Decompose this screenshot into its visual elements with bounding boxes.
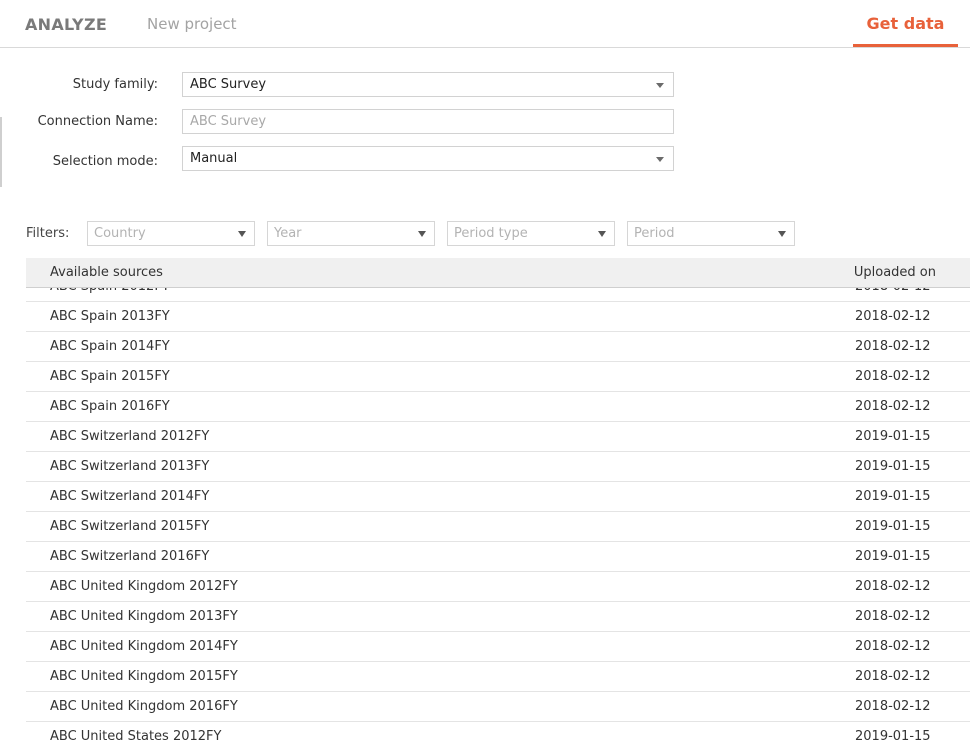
source-name-cell: ABC Spain 2013FY <box>50 309 170 324</box>
source-name-cell: ABC Switzerland 2016FY <box>50 549 210 564</box>
source-name-cell: ABC Spain 2015FY <box>50 369 170 384</box>
year-filter-placeholder: Year <box>274 226 302 241</box>
study-family-value: ABC Survey <box>190 77 267 92</box>
uploaded-date-cell: 2019-01-15 <box>855 549 931 564</box>
uploaded-date-cell: 2019-01-15 <box>855 519 931 534</box>
left-edge-divider <box>0 117 2 187</box>
source-name-cell: ABC Switzerland 2013FY <box>50 459 210 474</box>
uploaded-date-cell: 2018-02-12 <box>855 639 931 654</box>
source-name-cell: ABC Switzerland 2015FY <box>50 519 210 534</box>
table-row[interactable]: ABC United Kingdom 2013FY 2018-02-12 <box>26 602 970 632</box>
year-filter[interactable]: Year <box>267 221 435 246</box>
source-name-cell: ABC United Kingdom 2012FY <box>50 579 238 594</box>
uploaded-date-cell: 2018-02-12 <box>855 288 931 294</box>
top-bar: ANALYZE New project Get data <box>0 0 970 48</box>
uploaded-date-cell: 2018-02-12 <box>855 609 931 624</box>
table-row[interactable]: ABC Spain 2016FY 2018-02-12 <box>26 392 970 422</box>
table-row[interactable]: ABC United Kingdom 2014FY 2018-02-12 <box>26 632 970 662</box>
tab-get-data[interactable]: Get data <box>853 0 958 47</box>
caret-down-icon <box>598 231 606 237</box>
source-name-cell: ABC United Kingdom 2013FY <box>50 609 238 624</box>
column-header-uploaded[interactable]: Uploaded on <box>854 265 936 280</box>
period-filter[interactable]: Period <box>627 221 795 246</box>
table-row[interactable]: ABC Switzerland 2015FY 2019-01-15 <box>26 512 970 542</box>
table-row[interactable]: ABC United States 2012FY 2019-01-15 <box>26 722 970 748</box>
caret-down-icon <box>238 231 246 237</box>
source-name-cell: ABC Spain 2016FY <box>50 399 170 414</box>
table-row[interactable]: ABC Switzerland 2016FY 2019-01-15 <box>26 542 970 572</box>
uploaded-date-cell: 2018-02-12 <box>855 369 931 384</box>
source-name-cell: ABC Spain 2014FY <box>50 339 170 354</box>
source-name-cell: ABC Spain 2012FY <box>50 288 170 294</box>
country-filter-placeholder: Country <box>94 226 146 241</box>
source-name-cell: ABC United Kingdom 2014FY <box>50 639 238 654</box>
column-header-sources[interactable]: Available sources <box>50 265 163 280</box>
source-name-cell: ABC United Kingdom 2015FY <box>50 669 238 684</box>
source-name-cell: ABC Switzerland 2012FY <box>50 429 210 444</box>
study-family-label: Study family: <box>72 77 158 92</box>
country-filter[interactable]: Country <box>87 221 255 246</box>
table-row[interactable]: ABC Switzerland 2012FY 2019-01-15 <box>26 422 970 452</box>
uploaded-date-cell: 2018-02-12 <box>855 699 931 714</box>
selection-mode-value: Manual <box>190 151 238 166</box>
table-row[interactable]: ABC Spain 2015FY 2018-02-12 <box>26 362 970 392</box>
table-row[interactable]: ABC Spain 2012FY 2018-02-12 <box>26 288 970 302</box>
filters-label: Filters: <box>26 226 70 241</box>
period-filter-placeholder: Period <box>634 226 675 241</box>
uploaded-date-cell: 2018-02-12 <box>855 579 931 594</box>
uploaded-date-cell: 2018-02-12 <box>855 339 931 354</box>
selection-mode-select[interactable]: Manual <box>182 146 674 171</box>
caret-down-icon <box>418 231 426 237</box>
app-brand[interactable]: ANALYZE <box>25 15 107 34</box>
chevron-down-icon <box>656 83 664 88</box>
sources-table-body[interactable]: ABC Spain 2012FY2018-02-12ABC Spain 2013… <box>26 288 970 748</box>
table-row[interactable]: ABC United Kingdom 2015FY 2018-02-12 <box>26 662 970 692</box>
uploaded-date-cell: 2019-01-15 <box>855 429 931 444</box>
table-header: Available sources Uploaded on <box>26 258 970 288</box>
table-row[interactable]: ABC United Kingdom 2012FY 2018-02-12 <box>26 572 970 602</box>
table-row[interactable]: ABC Switzerland 2014FY 2019-01-15 <box>26 482 970 512</box>
table-row[interactable]: ABC Switzerland 2013FY 2019-01-15 <box>26 452 970 482</box>
caret-down-icon <box>778 231 786 237</box>
selection-mode-label: Selection mode: <box>52 154 158 169</box>
project-name[interactable]: New project <box>147 15 237 33</box>
chevron-down-icon <box>656 157 664 162</box>
table-row[interactable]: ABC United Kingdom 2016FY 2018-02-12 <box>26 692 970 722</box>
uploaded-date-cell: 2018-02-12 <box>855 669 931 684</box>
source-name-cell: ABC United Kingdom 2016FY <box>50 699 238 714</box>
uploaded-date-cell: 2018-02-12 <box>855 399 931 414</box>
source-name-cell: ABC United States 2012FY <box>50 729 222 744</box>
uploaded-date-cell: 2018-02-12 <box>855 309 931 324</box>
connection-name-label: Connection Name: <box>37 114 158 129</box>
sources-rows: ABC Spain 2012FY2018-02-12ABC Spain 2013… <box>26 288 970 748</box>
table-row[interactable]: ABC Spain 2014FY 2018-02-12 <box>26 332 970 362</box>
table-row[interactable]: ABC Spain 2013FY 2018-02-12 <box>26 302 970 332</box>
uploaded-date-cell: 2019-01-15 <box>855 729 931 744</box>
uploaded-date-cell: 2019-01-15 <box>855 459 931 474</box>
uploaded-date-cell: 2019-01-15 <box>855 489 931 504</box>
source-name-cell: ABC Switzerland 2014FY <box>50 489 210 504</box>
study-family-select[interactable]: ABC Survey <box>182 72 674 97</box>
period-type-filter[interactable]: Period type <box>447 221 615 246</box>
period-type-filter-placeholder: Period type <box>454 226 528 241</box>
connection-name-field[interactable]: ABC Survey <box>182 109 674 134</box>
connection-name-placeholder: ABC Survey <box>190 114 267 129</box>
